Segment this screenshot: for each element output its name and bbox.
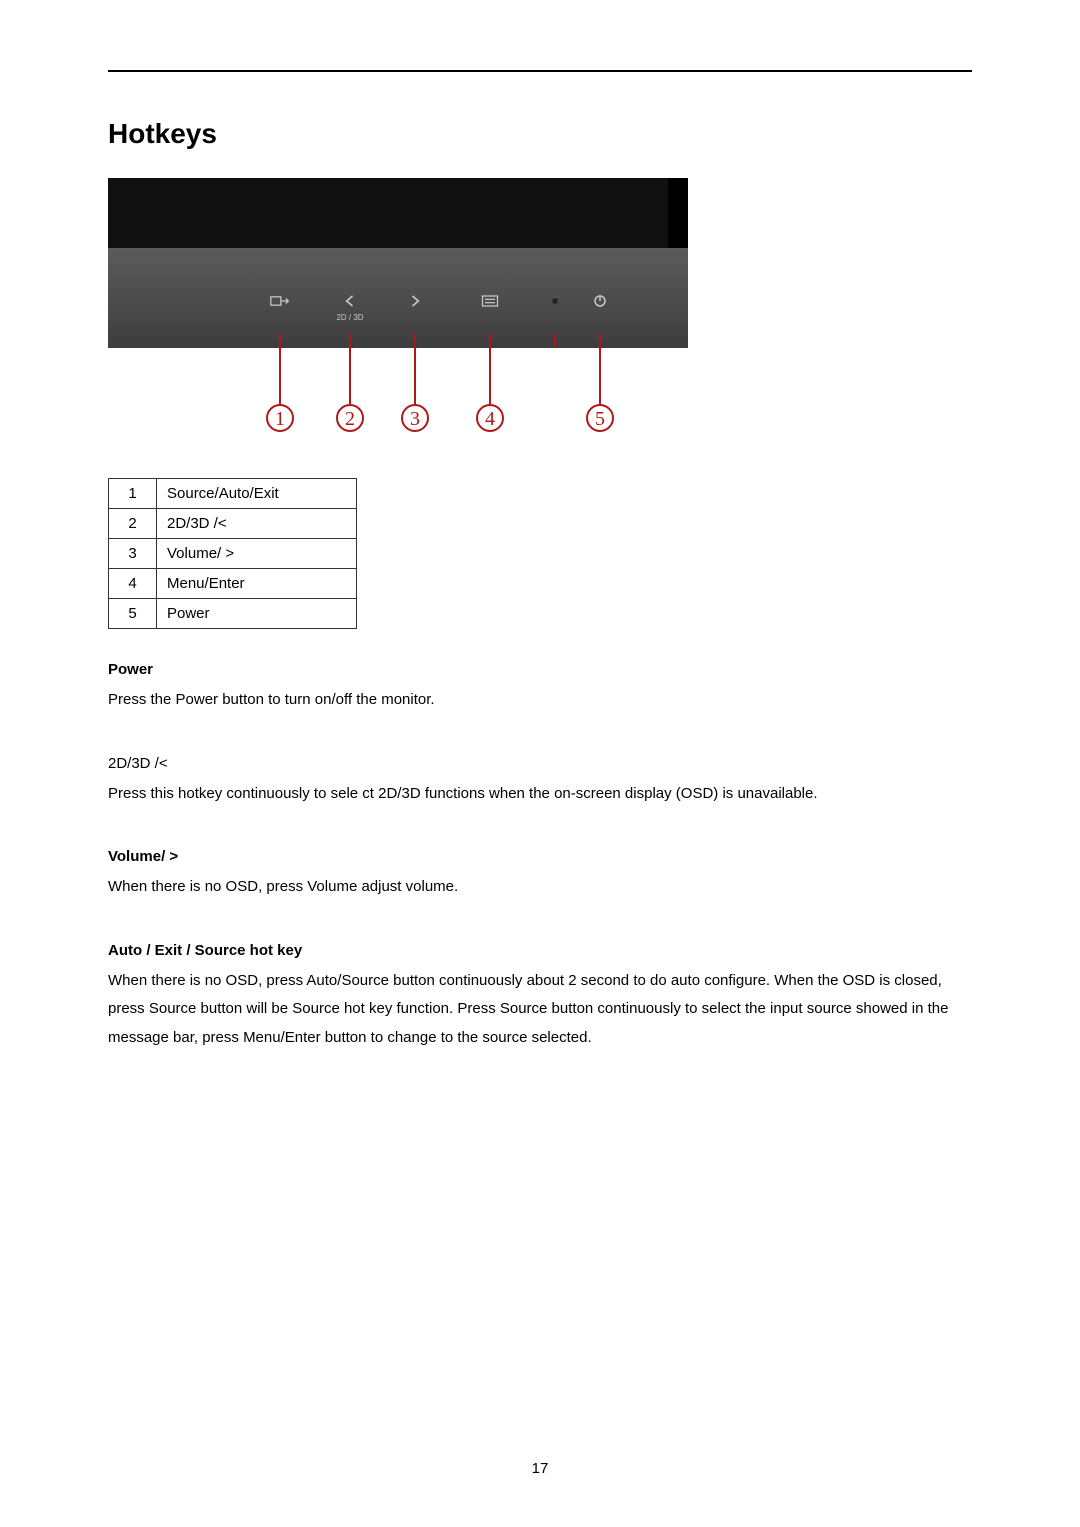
section-auto: Auto / Exit / Source hot key When there …	[108, 942, 972, 1053]
page-number: 17	[0, 1460, 1080, 1477]
row-label: Volume/ >	[157, 539, 357, 569]
callout-line	[599, 348, 601, 404]
row-label: Menu/Enter	[157, 569, 357, 599]
section-heading: Auto / Exit / Source hot key	[108, 942, 972, 959]
tick	[349, 334, 351, 348]
section-body: When there is no OSD, press Auto/Source …	[108, 967, 972, 1053]
tick	[554, 334, 556, 348]
table-row: 4 Menu/Enter	[109, 569, 357, 599]
row-label: Power	[157, 599, 357, 629]
table-row: 3 Volume/ >	[109, 539, 357, 569]
tick	[489, 334, 491, 348]
row-num: 4	[109, 569, 157, 599]
tick	[414, 334, 416, 348]
hotkey-table: 1 Source/Auto/Exit 2 2D/3D /< 3 Volume/ …	[108, 478, 357, 629]
callout-number: 3	[401, 404, 429, 432]
table-row: 1 Source/Auto/Exit	[109, 479, 357, 509]
page-title: Hotkeys	[108, 118, 972, 150]
row-num: 2	[109, 509, 157, 539]
callout-number: 4	[476, 404, 504, 432]
row-label: Source/Auto/Exit	[157, 479, 357, 509]
diagram-screen	[108, 178, 668, 248]
callout-line	[279, 348, 281, 404]
row-num: 3	[109, 539, 157, 569]
callout-number: 2	[336, 404, 364, 432]
source-icon	[268, 293, 292, 317]
section-body: When there is no OSD, press Volume adjus…	[108, 873, 972, 902]
callout-line	[414, 348, 416, 404]
callout-line	[349, 348, 351, 404]
section-power: Power Press the Power button to turn on/…	[108, 661, 972, 715]
tick	[599, 334, 601, 348]
right-icon	[403, 293, 427, 317]
power-icon	[588, 293, 612, 317]
section-2d3d: 2D/3D /< Press this hotkey continuously …	[108, 755, 972, 809]
section-heading: 2D/3D /<	[108, 755, 972, 772]
table-row: 2 2D/3D /<	[109, 509, 357, 539]
row-label: 2D/3D /<	[157, 509, 357, 539]
tick	[279, 334, 281, 348]
callout-line	[489, 348, 491, 404]
menu-icon	[478, 293, 502, 317]
section-body: Press this hotkey continuously to sele c…	[108, 780, 972, 809]
diagram-screen-side	[668, 178, 688, 248]
row-num: 1	[109, 479, 157, 509]
section-volume: Volume/ > When there is no OSD, press Vo…	[108, 848, 972, 902]
callout-number: 5	[586, 404, 614, 432]
led-icon	[543, 293, 567, 317]
table-row: 5 Power	[109, 599, 357, 629]
section-heading: Power	[108, 661, 972, 678]
callout-number: 1	[266, 404, 294, 432]
mode-sublabel: 2D / 3D	[330, 313, 370, 322]
bezel-diagram: 2D / 3D	[108, 178, 688, 438]
section-body: Press the Power button to turn on/off th…	[108, 686, 972, 715]
row-num: 5	[109, 599, 157, 629]
section-heading: Volume/ >	[108, 848, 972, 865]
